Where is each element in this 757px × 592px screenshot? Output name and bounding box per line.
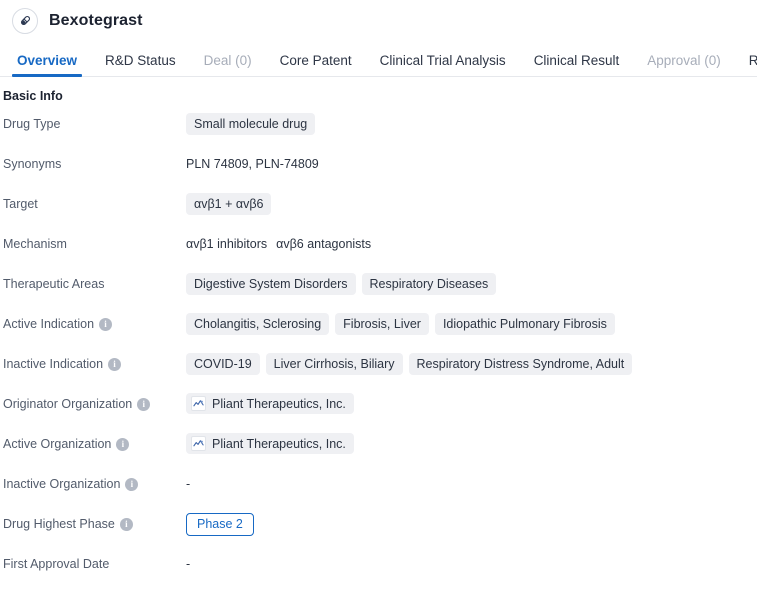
empty-value: - bbox=[186, 476, 191, 491]
info-row-drug-type: Drug Type Small molecule drug bbox=[0, 112, 757, 152]
value-text: αvβ6 antagonists bbox=[276, 236, 372, 251]
info-value-first-approval-date: - bbox=[186, 552, 757, 574]
tab-clinical-trial-analysis[interactable]: Clinical Trial Analysis bbox=[366, 53, 520, 77]
tab-overview[interactable]: Overview bbox=[3, 53, 91, 77]
info-row-active-indication: Active Indication i Cholangitis, Sclerosin… bbox=[0, 312, 757, 352]
overview-content: Basic Info Drug Type Small molecule drug S… bbox=[0, 77, 757, 592]
value-chip[interactable]: αvβ1 + αvβ6 bbox=[186, 193, 272, 215]
tab-clinical-result[interactable]: Clinical Result bbox=[520, 53, 634, 77]
info-label-synonyms: Synonyms bbox=[0, 152, 186, 172]
info-row-target: Target αvβ1 + αvβ6 bbox=[0, 192, 757, 232]
page-title: Bexotegrast bbox=[49, 11, 143, 29]
value-chip[interactable]: Respiratory Diseases bbox=[361, 273, 497, 295]
label-text: Originator Organization bbox=[3, 397, 133, 411]
info-row-inactive-organization: Inactive Organization i - bbox=[0, 472, 757, 512]
label-text: Active Organization bbox=[3, 437, 112, 451]
tab-r-d-status[interactable]: R&D Status bbox=[91, 53, 190, 77]
basic-info-table: Drug Type Small molecule drug Synonyms PLN … bbox=[0, 112, 757, 592]
info-icon[interactable]: i bbox=[108, 357, 122, 371]
label-text: Active Indication bbox=[3, 317, 95, 331]
info-label-originator-organization: Originator Organization i bbox=[0, 392, 186, 412]
info-row-active-organization: Active Organization i Pliant Therapeutics,… bbox=[0, 432, 757, 472]
empty-value: - bbox=[186, 556, 191, 571]
info-label-therapeutic-areas: Therapeutic Areas bbox=[0, 272, 186, 292]
info-value-inactive-organization: - bbox=[186, 472, 757, 494]
organization-name: Pliant Therapeutics, Inc. bbox=[212, 396, 346, 411]
value-chip[interactable]: COVID-19 bbox=[186, 353, 260, 375]
organization-name: Pliant Therapeutics, Inc. bbox=[212, 436, 346, 451]
info-value-inactive-indication: COVID-19 Liver Cirrhosis, Biliary Respirat… bbox=[186, 352, 757, 375]
section-title-basic-info: Basic Info bbox=[3, 89, 63, 103]
info-row-first-approval-date: First Approval Date - bbox=[0, 552, 757, 592]
label-text: Synonyms bbox=[3, 157, 62, 171]
value-chip[interactable]: Liver Cirrhosis, Biliary bbox=[265, 353, 403, 375]
info-value-therapeutic-areas: Digestive System Disorders Respiratory Di… bbox=[186, 272, 757, 295]
info-value-drug-highest-phase: Phase 2 bbox=[186, 512, 757, 536]
info-value-active-organization: Pliant Therapeutics, Inc. bbox=[186, 432, 757, 454]
info-label-mechanism: Mechanism bbox=[0, 232, 186, 252]
info-icon[interactable]: i bbox=[99, 317, 113, 331]
info-value-originator-organization: Pliant Therapeutics, Inc. bbox=[186, 392, 757, 414]
tab-core-patent[interactable]: Core Patent bbox=[266, 53, 366, 77]
value-chip[interactable]: Respiratory Distress Syndrome, Adult bbox=[408, 353, 633, 375]
label-text: Mechanism bbox=[3, 237, 67, 251]
label-text: Target bbox=[3, 197, 38, 211]
info-label-drug-type: Drug Type bbox=[0, 112, 186, 132]
company-logo-icon bbox=[191, 396, 206, 411]
value-text: αvβ1 inhibitors bbox=[186, 236, 268, 251]
info-value-target: αvβ1 + αvβ6 bbox=[186, 192, 757, 215]
organization-chip[interactable]: Pliant Therapeutics, Inc. bbox=[186, 393, 354, 414]
phase-badge[interactable]: Phase 2 bbox=[186, 513, 254, 536]
value-chip[interactable]: Idiopathic Pulmonary Fibrosis bbox=[434, 313, 615, 335]
info-row-inactive-indication: Inactive Indication i COVID-19 Liver Cirrho… bbox=[0, 352, 757, 392]
value-chip[interactable]: Fibrosis, Liver bbox=[335, 313, 429, 335]
tab-regulation[interactable]: Regulation bbox=[735, 53, 757, 77]
info-value-drug-type: Small molecule drug bbox=[186, 112, 757, 135]
label-text: Drug Type bbox=[3, 117, 61, 131]
label-text: Drug Highest Phase bbox=[3, 517, 115, 531]
info-icon[interactable]: i bbox=[125, 477, 139, 491]
company-logo-icon bbox=[191, 436, 206, 451]
value-chip[interactable]: Cholangitis, Sclerosing bbox=[186, 313, 330, 335]
info-label-active-indication: Active Indication i bbox=[0, 312, 186, 332]
label-text: Therapeutic Areas bbox=[3, 277, 105, 291]
value-chip[interactable]: Small molecule drug bbox=[186, 113, 316, 135]
text-group: αvβ1 inhibitors αvβ6 antagonists bbox=[186, 236, 371, 252]
label-text: Inactive Organization bbox=[3, 477, 121, 491]
info-value-synonyms: PLN 74809, PLN-74809 bbox=[186, 152, 757, 174]
info-row-mechanism: Mechanism αvβ1 inhibitors αvβ6 antagonists bbox=[0, 232, 757, 272]
tab-deal-0[interactable]: Deal (0) bbox=[190, 53, 266, 77]
page-header: Bexotegrast bbox=[0, 0, 757, 41]
info-label-drug-highest-phase: Drug Highest Phase i bbox=[0, 512, 186, 532]
info-label-target: Target bbox=[0, 192, 186, 212]
label-text: Inactive Indication bbox=[3, 357, 104, 371]
info-label-first-approval-date: First Approval Date bbox=[0, 552, 186, 572]
value-text: PLN 74809, PLN-74809 bbox=[186, 156, 319, 171]
value-chip[interactable]: Digestive System Disorders bbox=[186, 273, 356, 295]
info-row-synonyms: Synonyms PLN 74809, PLN-74809 bbox=[0, 152, 757, 192]
tab-bar: Overview R&D Status Deal (0) Core Patent Cli… bbox=[0, 41, 757, 77]
info-icon[interactable]: i bbox=[116, 437, 130, 451]
info-row-therapeutic-areas: Therapeutic Areas Digestive System Disord… bbox=[0, 272, 757, 312]
info-value-mechanism: αvβ1 inhibitors αvβ6 antagonists bbox=[186, 232, 757, 254]
info-label-inactive-indication: Inactive Indication i bbox=[0, 352, 186, 372]
info-icon[interactable]: i bbox=[119, 517, 133, 531]
info-value-active-indication: Cholangitis, Sclerosing Fibrosis, Liver Id… bbox=[186, 312, 757, 335]
label-text: First Approval Date bbox=[3, 557, 110, 571]
pill-icon bbox=[12, 7, 38, 34]
organization-chip[interactable]: Pliant Therapeutics, Inc. bbox=[186, 433, 354, 454]
info-label-active-organization: Active Organization i bbox=[0, 432, 186, 452]
info-icon[interactable]: i bbox=[137, 397, 151, 411]
info-row-originator-organization: Originator Organization i Pliant Therapeut… bbox=[0, 392, 757, 432]
tab-approval-0[interactable]: Approval (0) bbox=[633, 53, 735, 77]
info-label-inactive-organization: Inactive Organization i bbox=[0, 472, 186, 492]
info-row-drug-highest-phase: Drug Highest Phase i Phase 2 bbox=[0, 512, 757, 552]
